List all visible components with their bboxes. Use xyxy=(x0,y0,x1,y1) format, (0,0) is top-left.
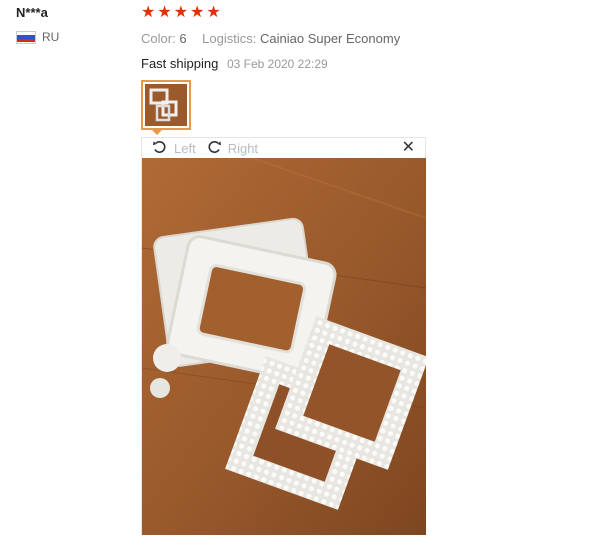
star-icon: ★ xyxy=(173,4,189,21)
rotate-right-label: Right xyxy=(227,140,259,156)
rotate-right-icon xyxy=(206,139,222,158)
review-content: ★ ★ ★ ★ ★ Color: 6 Logistics: Cainiao Su… xyxy=(141,4,591,72)
rotate-left-button[interactable]: Left xyxy=(152,139,196,158)
review-photo xyxy=(142,158,426,535)
feedback-text: Fast shipping xyxy=(141,56,219,71)
star-icon: ★ xyxy=(190,4,205,21)
thumbnail-caret xyxy=(151,129,163,135)
close-icon[interactable]: ✕ xyxy=(402,139,415,157)
star-icon: ★ xyxy=(157,4,172,21)
russia-flag-icon xyxy=(16,30,36,44)
order-info: Color: 6 Logistics: Cainiao Super Econom… xyxy=(141,31,591,47)
viewer-toolbar: Left Right ✕ xyxy=(142,138,425,158)
thumbnail-image xyxy=(145,84,187,126)
star-icon: ★ xyxy=(141,4,156,21)
logistics-label: Logistics: xyxy=(202,31,257,46)
review-date: 03 Feb 2020 22:29 xyxy=(226,57,328,71)
star-rating: ★ ★ ★ ★ ★ xyxy=(141,4,591,22)
photo-viewer: Left Right ✕ xyxy=(141,137,426,535)
buyer-info: N***a RU xyxy=(16,4,126,44)
rotate-left-label: Left xyxy=(174,140,196,156)
rotate-left-icon xyxy=(152,139,168,158)
color-value: 6 xyxy=(179,31,187,46)
buyer-country: RU xyxy=(16,30,126,44)
rotate-right-button[interactable]: Right xyxy=(206,139,258,158)
buyer-name: N***a xyxy=(16,5,48,20)
country-code: RU xyxy=(42,30,60,44)
photo-thumbnail[interactable] xyxy=(141,80,191,130)
star-icon: ★ xyxy=(206,4,221,21)
logistics-value: Cainiao Super Economy xyxy=(260,31,401,46)
feedback: Fast shipping 03 Feb 2020 22:29 xyxy=(141,56,591,72)
color-label: Color: xyxy=(141,31,176,46)
